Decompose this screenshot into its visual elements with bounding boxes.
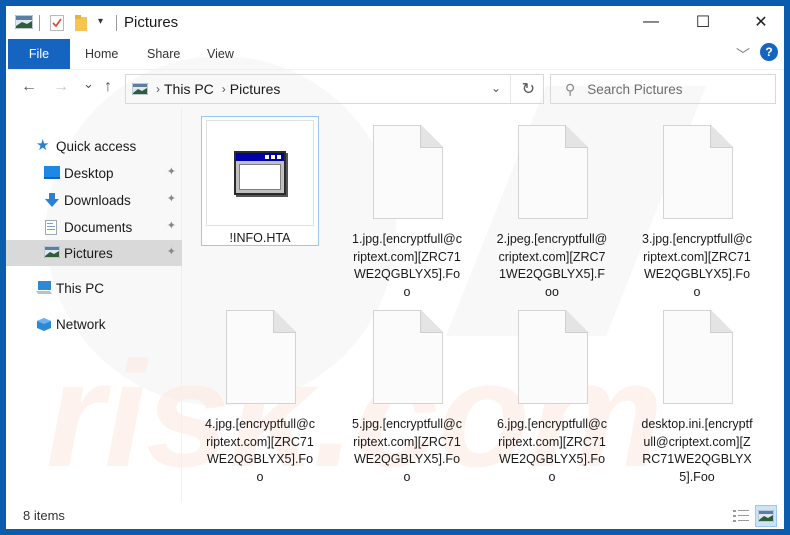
thumbnail	[348, 304, 466, 416]
thumbnail	[206, 120, 314, 226]
back-button[interactable]: ←	[21, 78, 37, 96]
tab-home[interactable]: Home	[85, 39, 118, 69]
window-title: Pictures	[124, 14, 179, 31]
star-icon: ★	[36, 137, 50, 154]
thumbnail	[348, 119, 466, 231]
thumbnail	[493, 304, 611, 416]
large-icons-view-icon	[758, 510, 774, 522]
pictures-location-icon	[132, 83, 148, 95]
status-bar: 8 items	[6, 503, 784, 529]
up-button[interactable]: ↑	[104, 78, 112, 96]
pin-icon[interactable]: ✦	[167, 219, 176, 232]
sidebar-item-network[interactable]: Network	[6, 311, 182, 337]
file-item[interactable]: 3.jpg.[encryptfull@criptext.com][ZRC71WE…	[638, 119, 756, 301]
file-name: 2.jpeg.[encryptfull@criptext.com][ZRC71W…	[496, 232, 608, 299]
separator	[116, 15, 117, 31]
sidebar-item-label: Quick access	[56, 138, 137, 154]
document-icon	[44, 220, 60, 235]
file-item[interactable]: 2.jpeg.[encryptfull@criptext.com][ZRC71W…	[493, 119, 611, 301]
pin-icon[interactable]: ✦	[167, 192, 176, 205]
file-item[interactable]: 6.jpg.[encryptfull@criptext.com][ZRC71WE…	[493, 304, 611, 486]
help-icon[interactable]: ?	[760, 43, 778, 61]
item-count: 8 items	[23, 508, 65, 523]
breadcrumb-pictures[interactable]: Pictures	[230, 81, 281, 97]
network-icon	[36, 317, 52, 331]
pin-icon[interactable]: ✦	[167, 165, 176, 178]
sidebar-item-label: This PC	[56, 280, 105, 296]
large-icons-view-button[interactable]	[755, 505, 777, 527]
file-item[interactable]: 4.jpg.[encryptfull@criptext.com][ZRC71WE…	[201, 304, 319, 486]
file-name: 4.jpg.[encryptfull@criptext.com][ZRC71WE…	[205, 417, 315, 484]
sidebar-item-quick-access[interactable]: ★ Quick access	[6, 133, 182, 159]
sidebar-item-pictures[interactable]: Pictures ✦	[6, 240, 182, 266]
tab-view[interactable]: View	[207, 39, 234, 69]
file-item[interactable]: !INFO.HTA	[201, 116, 319, 246]
address-dropdown-icon[interactable]: ⌄	[491, 81, 501, 95]
file-name: 3.jpg.[encryptfull@criptext.com][ZRC71WE…	[642, 232, 752, 299]
sidebar-item-label: Downloads	[64, 192, 131, 208]
properties-icon[interactable]	[50, 15, 64, 36]
file-name: !INFO.HTA	[229, 231, 291, 245]
breadcrumb-separator[interactable]: ›	[222, 82, 226, 96]
hta-application-icon	[234, 151, 286, 195]
thumbnail	[493, 119, 611, 231]
refresh-button[interactable]: ↻	[522, 79, 535, 99]
pin-icon[interactable]: ✦	[167, 245, 176, 258]
sidebar-item-downloads[interactable]: Downloads ✦	[6, 187, 182, 213]
title-bar: ▾ Pictures — ☐ ✕	[6, 6, 784, 38]
file-name: 5.jpg.[encryptfull@criptext.com][ZRC71WE…	[352, 417, 462, 484]
close-button[interactable]: ✕	[738, 6, 784, 38]
navigation-pane: ★ Quick access Desktop ✦ Downloads ✦ Doc…	[6, 107, 182, 503]
ribbon-tabs: File Home Share View ﹀ ?	[6, 39, 784, 69]
navigation-bar: ← → ⌄ ↑ › This PC › Pictures ⌄ ↻ ⚲	[6, 69, 784, 107]
expand-ribbon-icon[interactable]: ﹀	[736, 45, 750, 65]
details-view-button[interactable]	[730, 505, 752, 527]
new-folder-icon[interactable]	[75, 15, 87, 36]
tab-file[interactable]: File	[8, 39, 70, 69]
customize-dropdown-icon[interactable]: ▾	[98, 16, 103, 27]
search-input[interactable]	[587, 81, 758, 97]
file-name: 6.jpg.[encryptfull@criptext.com][ZRC71WE…	[497, 417, 607, 484]
breadcrumb-separator[interactable]: ›	[156, 82, 160, 96]
address-bar[interactable]: › This PC › Pictures ⌄ ↻	[125, 74, 544, 104]
file-item[interactable]: 5.jpg.[encryptfull@criptext.com][ZRC71WE…	[348, 304, 466, 486]
sidebar-item-label: Documents	[64, 219, 133, 235]
file-item[interactable]: desktop.ini.[encryptfull@criptext.com][Z…	[638, 304, 756, 486]
sidebar-item-desktop[interactable]: Desktop ✦	[6, 160, 182, 186]
sidebar-item-documents[interactable]: Documents ✦	[6, 214, 182, 240]
search-box[interactable]: ⚲	[550, 74, 776, 104]
forward-button[interactable]: →	[53, 78, 69, 96]
separator	[510, 75, 511, 103]
sidebar-item-this-pc[interactable]: This PC	[6, 275, 182, 301]
minimize-button[interactable]: —	[628, 6, 674, 38]
thumbnail	[201, 304, 319, 416]
breadcrumb-this-pc[interactable]: This PC	[164, 81, 214, 97]
sidebar-item-label: Network	[56, 316, 106, 332]
thumbnail	[638, 119, 756, 231]
file-name: 1.jpg.[encryptfull@criptext.com][ZRC71WE…	[352, 232, 462, 299]
desktop-icon	[44, 166, 60, 180]
file-name: desktop.ini.[encryptfull@criptext.com][Z…	[641, 417, 753, 484]
thumbnail	[638, 304, 756, 416]
separator	[39, 15, 40, 31]
pictures-folder-icon[interactable]	[14, 14, 34, 34]
sidebar-item-label: Pictures	[64, 245, 113, 261]
maximize-button[interactable]: ☐	[680, 6, 726, 38]
file-explorer-window: risk.com ▾ Pictures — ☐ ✕ File Home Shar…	[6, 6, 784, 529]
sidebar-item-label: Desktop	[64, 165, 114, 181]
download-arrow-icon	[44, 193, 60, 207]
recent-locations-button[interactable]: ⌄	[83, 76, 94, 92]
file-list: !INFO.HTA 1.jpg.[encryptfull@criptext.co…	[183, 107, 784, 503]
computer-icon	[36, 281, 52, 295]
tab-share[interactable]: Share	[147, 39, 180, 69]
search-icon: ⚲	[565, 80, 576, 97]
details-view-icon	[733, 510, 749, 522]
pictures-icon	[43, 245, 61, 260]
file-item[interactable]: 1.jpg.[encryptfull@criptext.com][ZRC71WE…	[348, 119, 466, 301]
